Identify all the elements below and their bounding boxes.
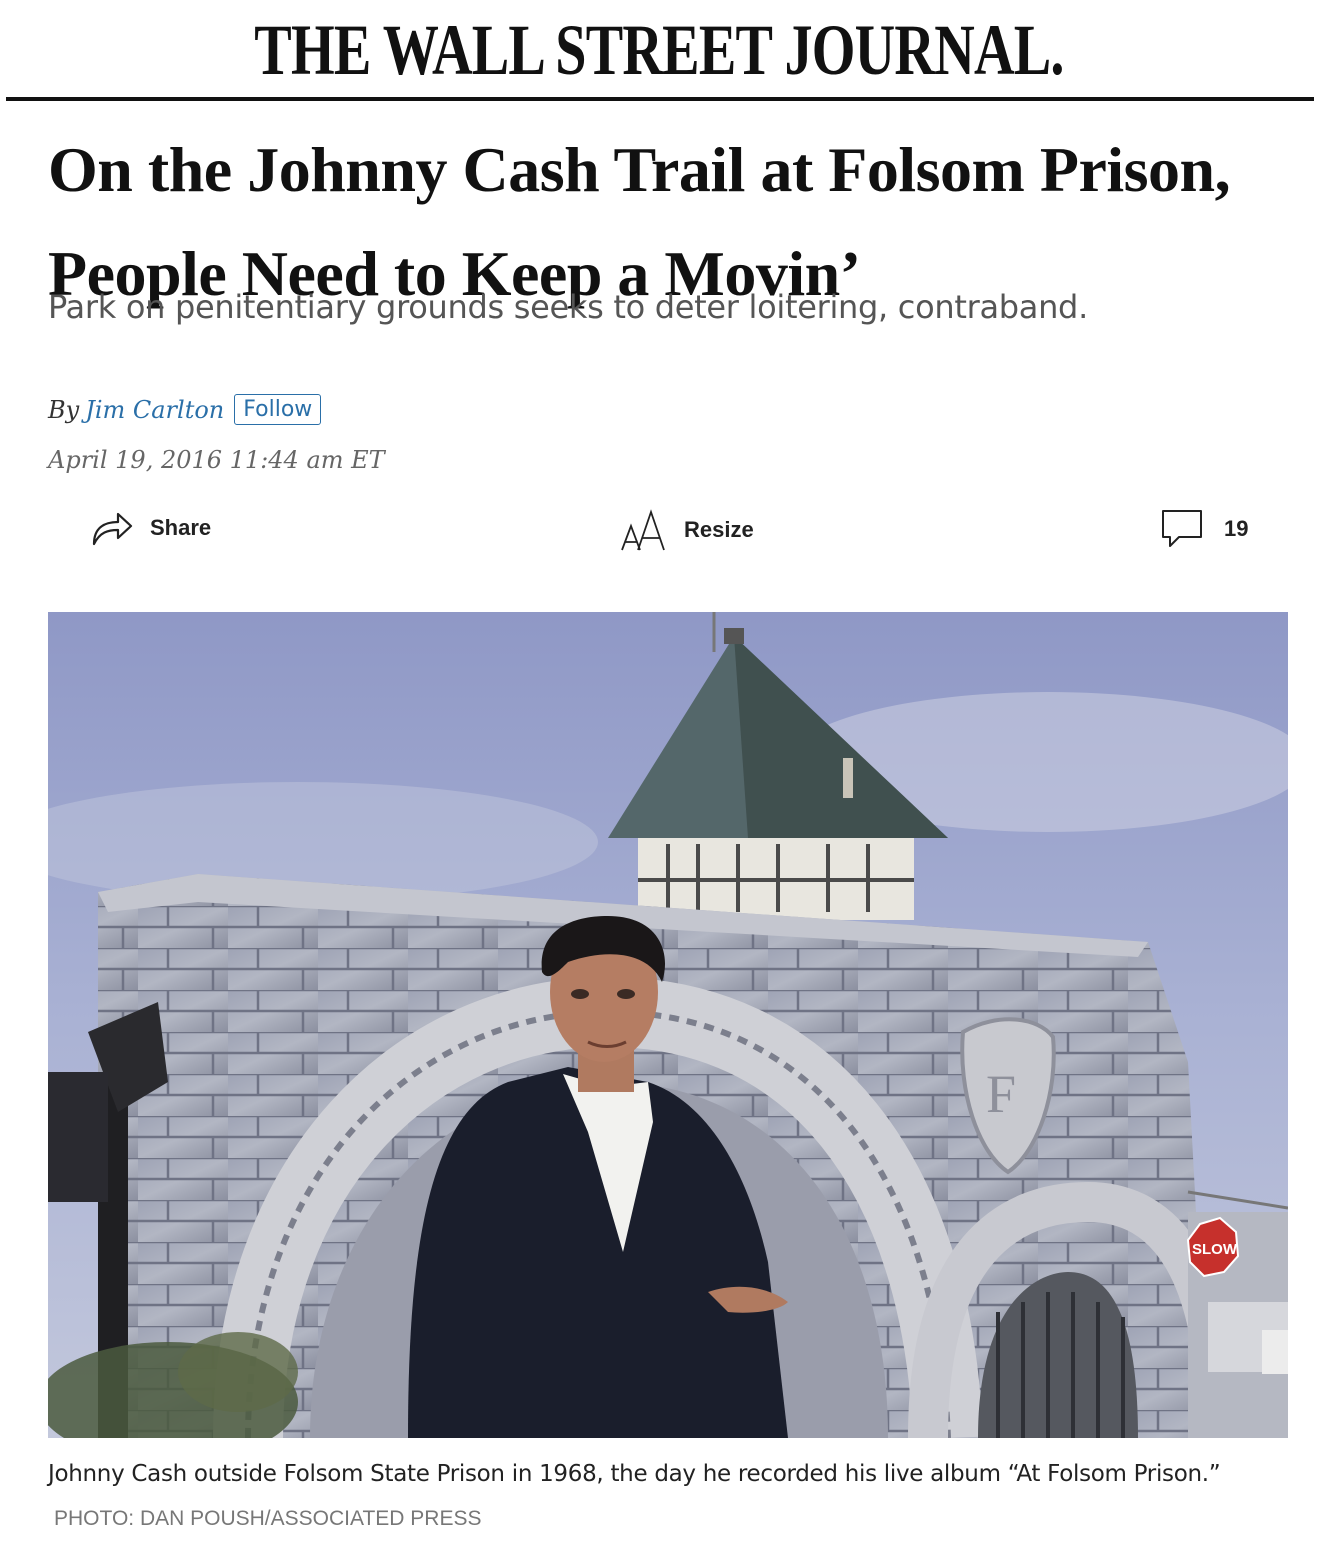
masthead: THE WALL STREET JOURNAL. <box>0 0 1318 101</box>
photo-caption: Johnny Cash outside Folsom State Prison … <box>48 1452 1278 1541</box>
resize-button[interactable]: Resize <box>620 508 754 552</box>
byline-prefix: By <box>48 395 80 424</box>
masthead-divider <box>6 97 1314 101</box>
byline: By Jim Carlton Follow <box>48 394 322 425</box>
comment-count: 19 <box>1224 516 1249 541</box>
article-dek: Park on penitentiary grounds seeks to de… <box>48 288 1088 326</box>
article-toolbar: Share Resize 19 <box>0 500 1318 560</box>
resize-label: Resize <box>684 517 754 542</box>
publish-timestamp: April 19, 2016 11:44 am ET <box>48 446 385 474</box>
svg-text:F: F <box>986 1064 1016 1124</box>
slow-sign-text: SLOW <box>1192 1241 1238 1258</box>
share-arrow-icon <box>88 508 134 548</box>
caption-text: Johnny Cash outside Folsom State Prison … <box>48 1461 1221 1487</box>
comments-button[interactable]: 19 <box>1160 508 1248 550</box>
follow-button[interactable]: Follow <box>234 394 322 425</box>
share-label: Share <box>150 515 212 540</box>
comment-bubble-icon <box>1160 508 1204 550</box>
resize-text-icon <box>620 508 666 552</box>
photo-credit: PHOTO: DAN POUSH/ASSOCIATED PRESS <box>54 1507 482 1530</box>
masthead-logo[interactable]: THE WALL STREET JOURNAL. <box>145 8 1173 92</box>
article-photo[interactable]: F SLOW <box>48 612 1288 1438</box>
share-button[interactable]: Share <box>88 508 211 548</box>
author-link[interactable]: Jim Carlton <box>85 396 224 424</box>
